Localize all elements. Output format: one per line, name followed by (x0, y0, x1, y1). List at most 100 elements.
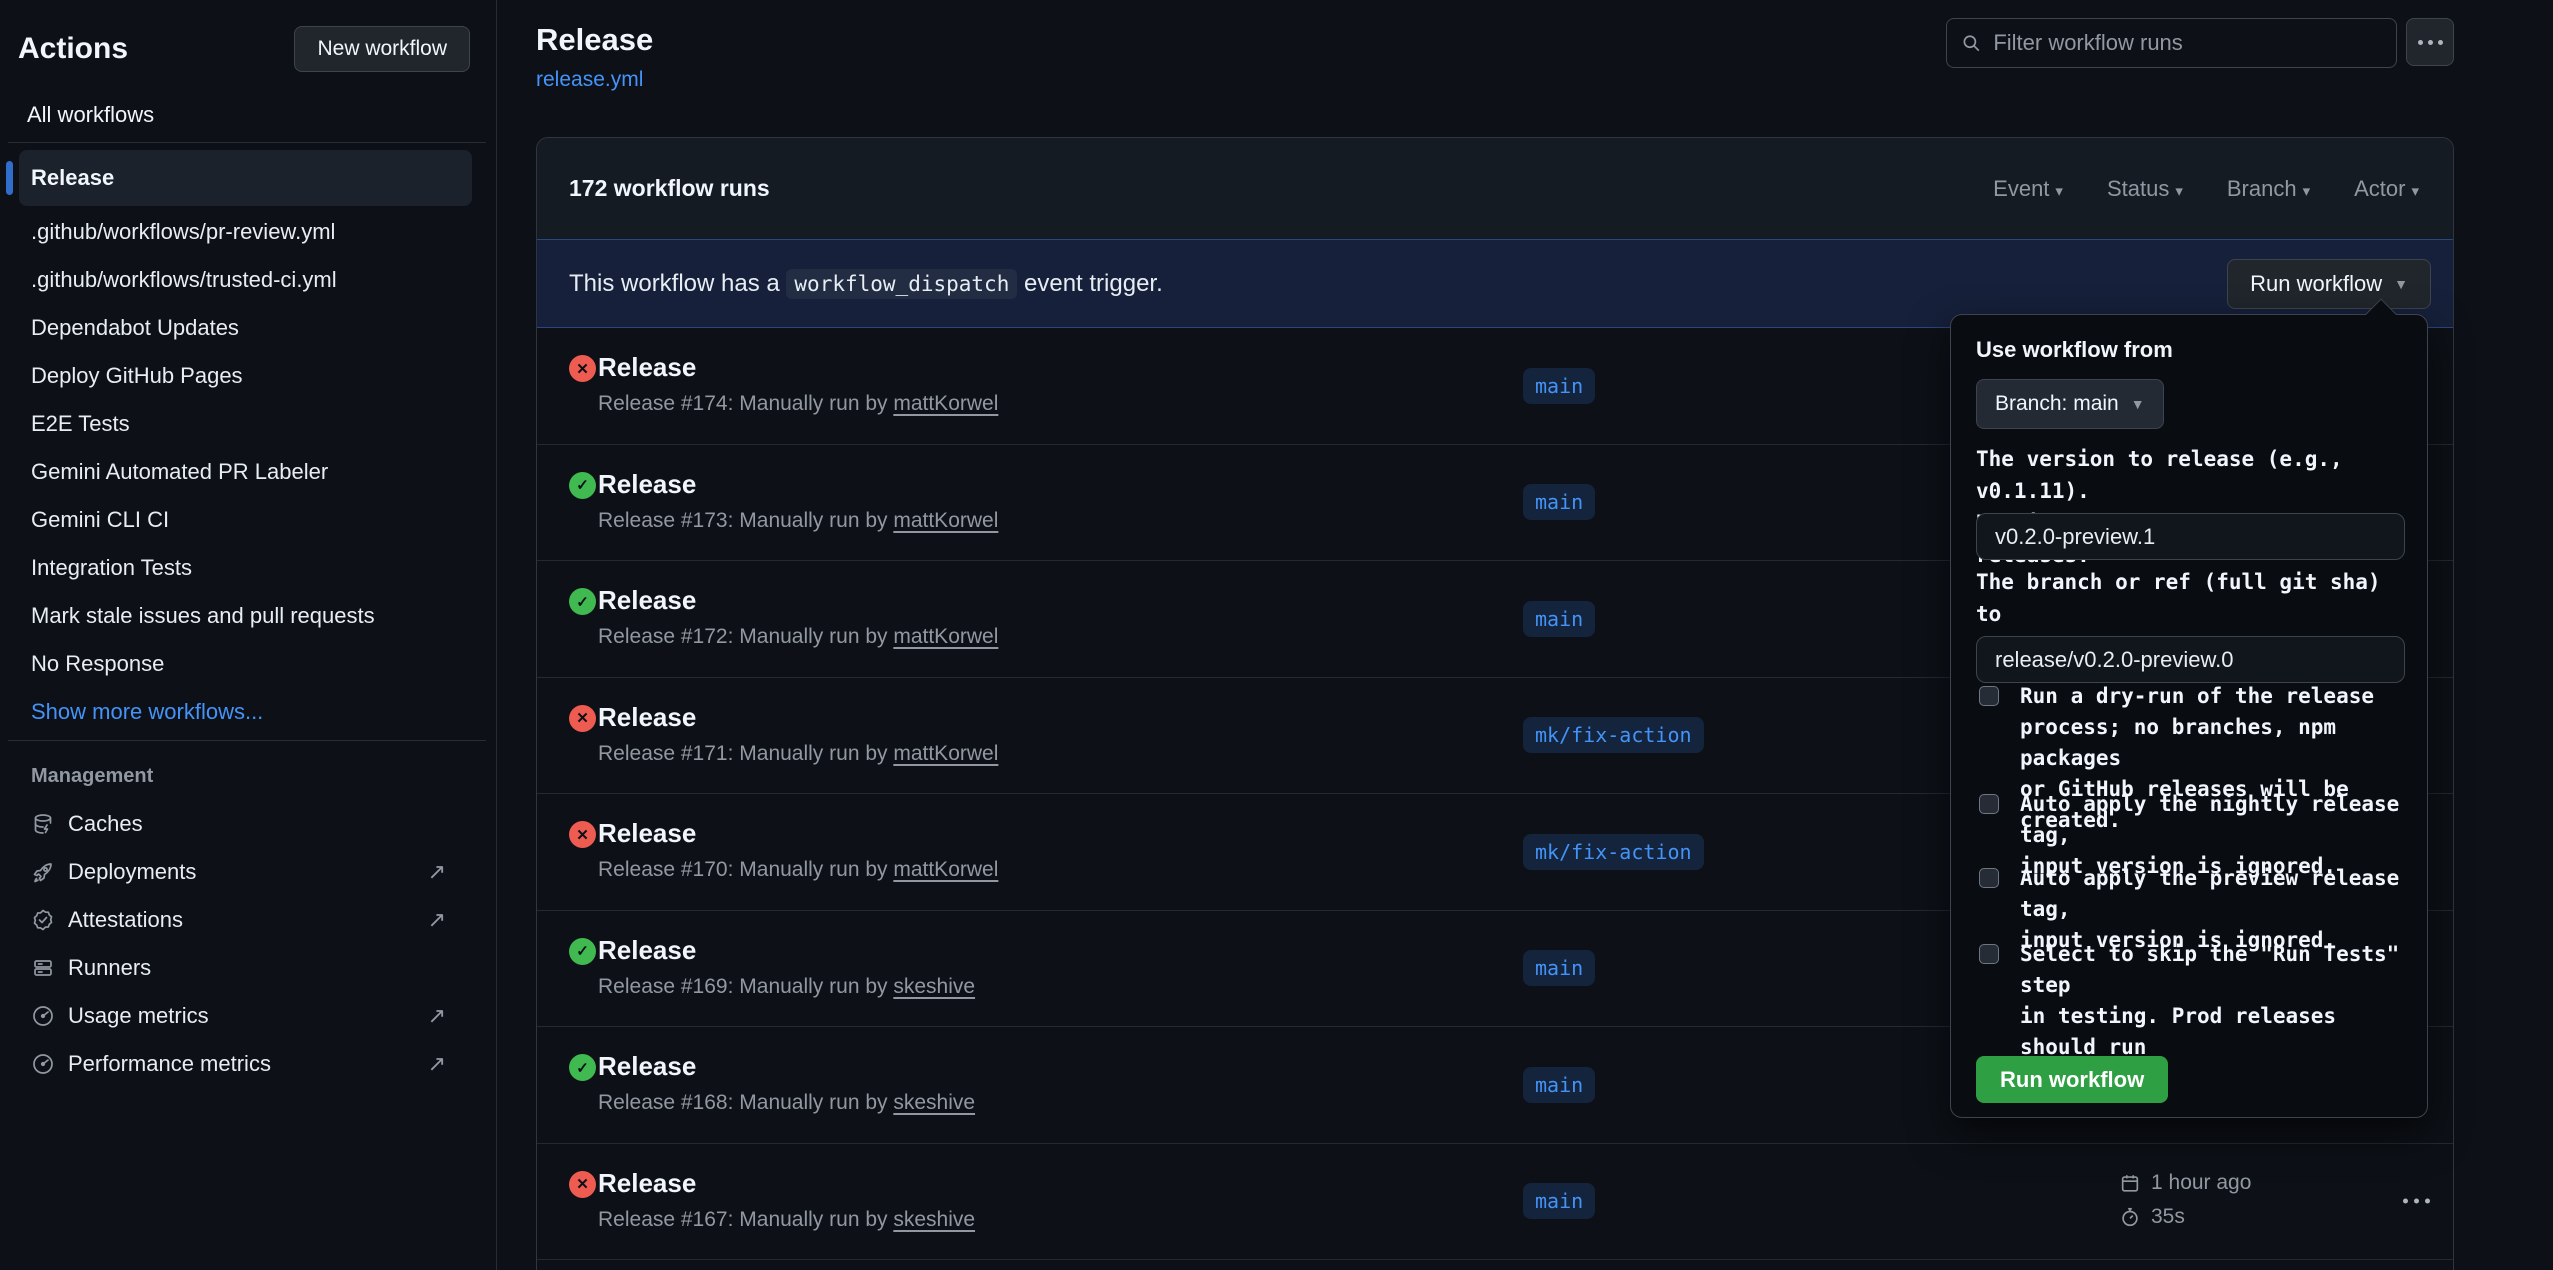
branch-pill[interactable]: main (1523, 1183, 1595, 1219)
actor-link[interactable]: mattKorwel (893, 625, 998, 648)
actor-link[interactable]: skeshive (893, 1091, 975, 1114)
sidebar-item--github-workflows-trusted-ci-yml[interactable]: .github/workflows/trusted-ci.yml (0, 256, 496, 304)
sidebar-item-release[interactable]: Release (19, 150, 472, 206)
failure-icon: ✕ (569, 1171, 596, 1198)
branch-pill[interactable]: main (1523, 601, 1595, 637)
run-description: Release #168: Manually run by skeshive (598, 1091, 975, 1115)
run-title-link[interactable]: Release (598, 935, 696, 966)
run-description: Release #169: Manually run by skeshive (598, 975, 975, 999)
sidebar-item-runners[interactable]: Runners (0, 944, 496, 992)
workflow-file-link[interactable]: release.yml (536, 68, 643, 92)
sidebar-item-performance-metrics[interactable]: Performance metrics↗ (0, 1040, 496, 1088)
success-icon: ✓ (569, 938, 596, 965)
search-input[interactable] (1993, 30, 2382, 56)
sidebar-item-dependabot-updates[interactable]: Dependabot Updates (0, 304, 496, 352)
run-title-link[interactable]: Release (598, 469, 696, 500)
actor-link[interactable]: skeshive (893, 1208, 975, 1231)
sidebar-item-deploy-github-pages[interactable]: Deploy GitHub Pages (0, 352, 496, 400)
workflow-options-button[interactable] (2406, 18, 2454, 66)
sidebar-item-integration-tests[interactable]: Integration Tests (0, 544, 496, 592)
actor-link[interactable]: skeshive (893, 975, 975, 998)
external-link-icon: ↗ (428, 1051, 446, 1077)
meter-icon (31, 1004, 55, 1028)
run-description: Release #170: Manually run by mattKorwel (598, 858, 998, 882)
chevron-down-icon: ▾ (2303, 183, 2311, 200)
banner-text: This workflow has a workflow_dispatch ev… (569, 270, 1163, 298)
cache-icon (31, 812, 55, 836)
sidebar-item-all-workflows[interactable]: All workflows (0, 72, 496, 128)
rocket-icon (31, 860, 55, 884)
run-description: Release #171: Manually run by mattKorwel (598, 742, 998, 766)
filter-runs-search[interactable] (1946, 18, 2397, 68)
sidebar-item-no-response[interactable]: No Response (0, 640, 496, 688)
checkbox[interactable] (1979, 686, 1999, 706)
sidebar-item-e2e-tests[interactable]: E2E Tests (0, 400, 496, 448)
filter-status[interactable]: Status▾ (2107, 176, 2183, 202)
run-meta: 1 hour ago 35s (2119, 1166, 2251, 1234)
ref-input[interactable] (1976, 636, 2405, 683)
external-link-icon: ↗ (428, 907, 446, 933)
failure-icon: ✕ (569, 705, 596, 732)
checkbox[interactable] (1979, 794, 1999, 814)
sidebar-item-caches[interactable]: Caches (0, 800, 496, 848)
branch-pill[interactable]: main (1523, 368, 1595, 404)
branch-pill[interactable]: main (1523, 950, 1595, 986)
run-workflow-dropdown-button[interactable]: Run workflow ▼ (2227, 259, 2431, 309)
external-link-icon: ↗ (428, 1003, 446, 1029)
chevron-down-icon: ▾ (2055, 183, 2063, 200)
run-title-link[interactable]: Release (598, 1051, 696, 1082)
actor-link[interactable]: mattKorwel (893, 858, 998, 881)
run-time: 1 hour ago (2151, 1171, 2251, 1195)
actor-link[interactable]: mattKorwel (893, 742, 998, 765)
new-workflow-button[interactable]: New workflow (294, 26, 470, 72)
run-title-link[interactable]: Release (598, 702, 696, 733)
actor-link[interactable]: mattKorwel (893, 509, 998, 532)
branch-pill[interactable]: mk/fix-action (1523, 834, 1704, 870)
run-options-button[interactable] (2395, 1191, 2438, 1212)
sidebar-divider (8, 142, 486, 143)
actor-link[interactable]: mattKorwel (893, 392, 998, 415)
filter-branch[interactable]: Branch▾ (2227, 176, 2310, 202)
selected-indicator (6, 161, 13, 195)
version-input[interactable] (1976, 513, 2405, 560)
page-title: Release (536, 22, 653, 58)
sidebar-item--github-workflows-pr-review-yml[interactable]: .github/workflows/pr-review.yml (0, 208, 496, 256)
run-title-link[interactable]: Release (598, 352, 696, 383)
run-title-link[interactable]: Release (598, 585, 696, 616)
checkbox[interactable] (1979, 944, 1999, 964)
run-workflow-panel: Use workflow from Branch: main ▼ The ver… (1950, 314, 2428, 1118)
sidebar-item-mark-stale-issues-and-pull-requests[interactable]: Mark stale issues and pull requests (0, 592, 496, 640)
success-icon: ✓ (569, 588, 596, 615)
sidebar-item-show-more-workflows-[interactable]: Show more workflows... (0, 688, 496, 736)
run-description: Release #167: Manually run by skeshive (598, 1208, 975, 1232)
management-title: Management (31, 765, 153, 788)
sidebar-item-gemini-cli-ci[interactable]: Gemini CLI CI (0, 496, 496, 544)
run-filters: Event▾ Status▾ Branch▾ Actor▾ (1993, 176, 2419, 202)
run-description: Release #173: Manually run by mattKorwel (598, 509, 998, 533)
run-title-link[interactable]: Release (598, 1168, 696, 1199)
sidebar-item-usage-metrics[interactable]: Usage metrics↗ (0, 992, 496, 1040)
branch-pill[interactable]: main (1523, 484, 1595, 520)
run-title-link[interactable]: Release (598, 818, 696, 849)
branch-pill[interactable]: main (1523, 1067, 1595, 1103)
filter-event[interactable]: Event▾ (1993, 176, 2063, 202)
calendar-icon (2119, 1172, 2141, 1194)
branch-pill[interactable]: mk/fix-action (1523, 717, 1704, 753)
branch-select-button[interactable]: Branch: main ▼ (1976, 379, 2164, 429)
run-duration: 35s (2151, 1205, 2185, 1229)
filter-actor[interactable]: Actor▾ (2354, 176, 2419, 202)
chevron-down-icon: ▼ (2131, 396, 2145, 412)
run-description: Release #174: Manually run by mattKorwel (598, 392, 998, 416)
runs-card-header: 172 workflow runs Event▾ Status▾ Branch▾ Ac… (537, 138, 2453, 239)
workflow-list: Release.github/workflows/pr-review.yml.g… (0, 150, 496, 736)
sidebar-item-gemini-automated-pr-labeler[interactable]: Gemini Automated PR Labeler (0, 448, 496, 496)
stopwatch-icon (2119, 1206, 2141, 1228)
sidebar-item-attestations[interactable]: Attestations↗ (0, 896, 496, 944)
success-icon: ✓ (569, 1054, 596, 1081)
runs-count: 172 workflow runs (569, 175, 770, 202)
management-list: CachesDeployments↗Attestations↗RunnersUs… (0, 800, 496, 1088)
sidebar-item-deployments[interactable]: Deployments↗ (0, 848, 496, 896)
run-workflow-submit-button[interactable]: Run workflow (1976, 1056, 2168, 1103)
checkbox[interactable] (1979, 868, 1999, 888)
chevron-down-icon: ▾ (2175, 183, 2183, 200)
